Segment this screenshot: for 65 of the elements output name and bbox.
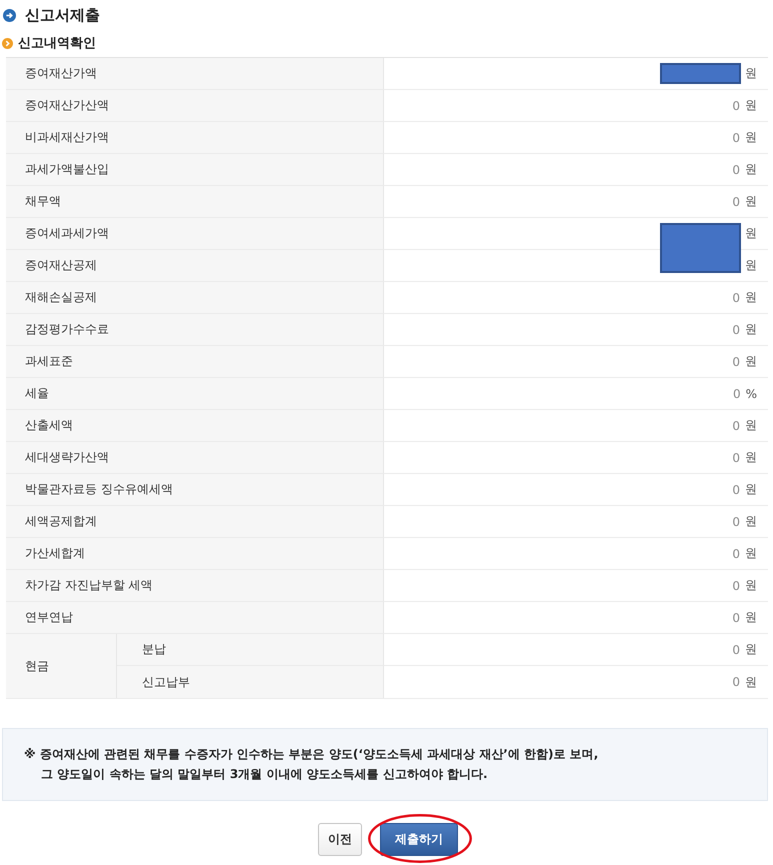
- row-label: 세액공제합계: [6, 506, 384, 537]
- unit-label: %: [746, 386, 757, 400]
- unit-label: 원: [745, 289, 757, 306]
- row-label: 산출세액: [6, 410, 384, 441]
- row-value: 0: [732, 418, 740, 432]
- row-value: 0: [732, 546, 740, 560]
- submit-button[interactable]: 제출하기: [380, 823, 458, 856]
- unit-label: 원: [745, 321, 757, 338]
- row-label: 차가감 자진납부할 세액: [6, 570, 384, 601]
- unit-label: 원: [745, 65, 757, 82]
- unit-label: 원: [745, 513, 757, 530]
- unit-label: 원: [745, 577, 757, 594]
- notice-text: ※ 증여재산에 관련된 채무를 수증자가 인수하는 부분은 양도(‘양도소득세 과세대상 재산’에 한함)로 보며, 그 양도일이 속하는 달의 말일부터 3개월 이내에 양도소득세를 신고하여야 합니다.: [24, 746, 598, 783]
- unit-label: 원: [745, 545, 757, 562]
- row-label: 과세가액불산입: [6, 154, 384, 185]
- row-value: 0: [732, 610, 740, 624]
- row-label: 감정평가수수료: [6, 314, 384, 345]
- row-label: 연부연납: [6, 602, 384, 633]
- row-label: 재해손실공제: [6, 282, 384, 313]
- unit-label: 원: [745, 225, 757, 242]
- unit-label: 원: [745, 353, 757, 370]
- unit-label: 원: [745, 129, 757, 146]
- unit-label: 원: [745, 193, 757, 210]
- chevron-circle-icon: [2, 38, 13, 48]
- row-value: 0: [732, 450, 740, 464]
- unit-label: 원: [745, 161, 757, 178]
- unit-label: 원: [745, 97, 757, 114]
- unit-label: 원: [745, 481, 757, 498]
- row-value: 0: [732, 290, 740, 304]
- row-value: 0: [732, 578, 740, 592]
- unit-label: 원: [745, 257, 757, 274]
- row-value: 0: [732, 322, 740, 336]
- row-label: 신고납부: [117, 666, 384, 698]
- row-label: 비과세재산가액: [6, 122, 384, 153]
- row-label: 박물관자료등 징수유예세액: [6, 474, 384, 505]
- row-label: 증여재산가산액: [6, 90, 384, 121]
- unit-label: 원: [745, 641, 757, 658]
- row-value: 0: [732, 130, 740, 144]
- row-label: 가산세합계: [6, 538, 384, 569]
- unit-label: 원: [745, 449, 757, 466]
- row-value: 0: [732, 675, 740, 689]
- row-value: 0: [732, 162, 740, 176]
- unit-label: 원: [745, 609, 757, 626]
- row-value: 0: [732, 354, 740, 368]
- row-label: 현금: [6, 634, 117, 698]
- row-label: 분납: [117, 634, 384, 666]
- row-value: 0: [732, 98, 740, 112]
- row-label: 세대생략가산액: [6, 442, 384, 473]
- page-title: 신고서제출: [25, 6, 100, 25]
- unit-label: 원: [745, 417, 757, 434]
- previous-button[interactable]: 이전: [318, 823, 362, 856]
- row-label: 증여재산가액: [6, 58, 384, 89]
- row-value: 0: [732, 642, 740, 656]
- row-label: 증여재산공제: [6, 250, 384, 281]
- row-label: 채무액: [6, 186, 384, 217]
- row-label: 세율: [6, 378, 384, 409]
- row-value: 0: [732, 386, 741, 400]
- row-label: 증여세과세가액: [6, 218, 384, 249]
- arrow-circle-icon: [3, 9, 16, 22]
- row-value: 0: [732, 194, 740, 208]
- row-label: 과세표준: [6, 346, 384, 377]
- row-value: 0: [732, 514, 740, 528]
- row-value: 0: [732, 482, 740, 496]
- unit-label: 원: [745, 674, 757, 690]
- section-title: 신고내역확인: [18, 35, 96, 52]
